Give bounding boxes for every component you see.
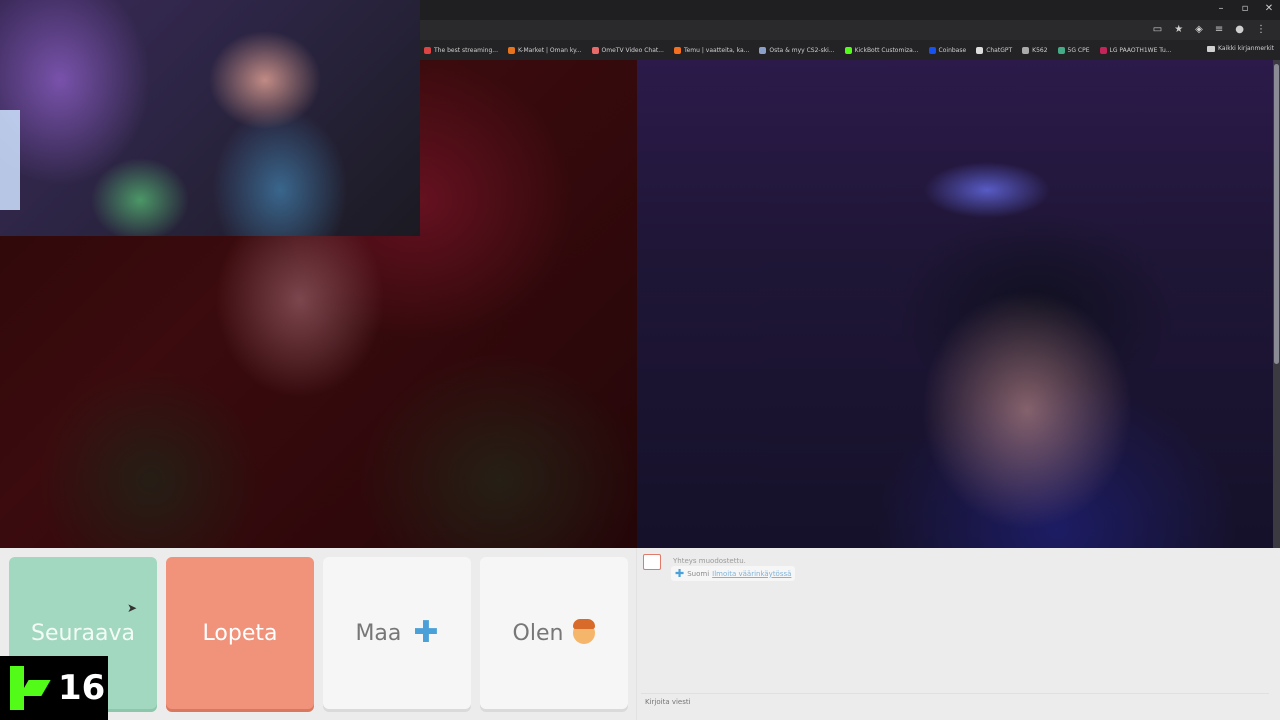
kick-logo-icon bbox=[10, 666, 48, 710]
folder-icon bbox=[1207, 45, 1216, 52]
bookmark-favicon-icon bbox=[424, 46, 431, 54]
monitor-glow bbox=[0, 110, 20, 210]
menu-lines-icon[interactable]: ≡ bbox=[1215, 24, 1223, 35]
finland-flag-icon: ✚ bbox=[413, 615, 439, 650]
bookmark-favicon-icon bbox=[673, 46, 681, 54]
bookmark-item[interactable]: Coinbase bbox=[928, 46, 967, 54]
stop-button[interactable]: Lopeta bbox=[166, 557, 314, 709]
bookmarks-folder-label: Kaikki kirjanmerkit bbox=[1218, 45, 1274, 52]
star-icon[interactable]: ★ bbox=[1174, 24, 1183, 35]
country-button-label: Maa bbox=[355, 620, 402, 646]
stop-button-label: Lopeta bbox=[202, 620, 278, 646]
bookmark-label: Temu | vaatteita, ka... bbox=[683, 46, 750, 54]
finland-flag-icon: ✚ bbox=[675, 567, 685, 580]
next-button-label: Seuraava bbox=[31, 620, 135, 646]
bookmark-item[interactable]: K-Market | Oman ky... bbox=[507, 46, 582, 54]
bookmark-label: 5G CPE bbox=[1067, 46, 1090, 54]
bookmark-favicon-icon bbox=[1057, 46, 1065, 54]
control-panel: Seuraava Lopeta Maa ✚ Olen Yhteys muodos… bbox=[0, 548, 1280, 720]
minimize-icon[interactable]: – bbox=[1216, 3, 1226, 14]
bookmark-label: LG PAAOTH1WE Tu... bbox=[1109, 46, 1172, 54]
gender-button-label: Olen bbox=[512, 620, 564, 646]
mouse-cursor-icon: ➤ bbox=[127, 601, 138, 615]
bookmarks-bar: The best streaming... K-Market | Oman ky.… bbox=[420, 40, 1280, 60]
scrollbar[interactable] bbox=[1273, 60, 1280, 548]
bookmark-item[interactable]: Osta & myy CS2-ski... bbox=[759, 46, 835, 54]
report-link[interactable]: Ilmoita väärinkäytössä bbox=[712, 570, 791, 578]
chat-country-name: Suomi bbox=[687, 569, 710, 578]
bookmark-favicon-icon bbox=[1022, 46, 1030, 54]
more-icon[interactable]: ⋮ bbox=[1256, 24, 1266, 35]
bookmark-item[interactable]: 5G CPE bbox=[1057, 46, 1090, 54]
badge-number: 16 bbox=[58, 668, 106, 708]
bookmarks-folder[interactable]: Kaikki kirjanmerkit bbox=[1207, 45, 1274, 52]
chat-panel: Yhteys muodostettu. ✚ Suomi Ilmoita väär… bbox=[636, 548, 1274, 720]
bookmark-favicon-icon bbox=[844, 46, 852, 54]
chat-country-info: ✚ Suomi Ilmoita väärinkäytössä bbox=[671, 566, 796, 581]
boy-icon bbox=[573, 619, 596, 644]
bookmark-label: KickBott Customiza... bbox=[854, 46, 919, 54]
toolbar-icons: ▭ ★ ◈ ≡ ● ⋮ bbox=[1153, 24, 1266, 35]
bookmark-item[interactable]: KickBott Customiza... bbox=[844, 46, 919, 54]
browser-toolbar: ▭ ★ ◈ ≡ ● ⋮ bbox=[420, 20, 1280, 40]
bookmark-label: The best streaming... bbox=[434, 46, 498, 54]
streamer-webcam-overlay bbox=[0, 0, 420, 236]
chat-status-message: Yhteys muodostettu. bbox=[673, 557, 746, 565]
bookmark-item[interactable]: OmeTV Video Chat... bbox=[591, 46, 664, 54]
restore-icon[interactable]: ▫ bbox=[1240, 3, 1250, 14]
bookmark-label: K562 bbox=[1032, 46, 1048, 54]
bookmark-item[interactable]: K562 bbox=[1022, 46, 1048, 54]
scrollbar-thumb[interactable] bbox=[1274, 64, 1279, 364]
bookmark-label: Coinbase bbox=[938, 46, 967, 54]
bookmark-label: Osta & myy CS2-ski... bbox=[769, 46, 835, 54]
bookmark-label: K-Market | Oman ky... bbox=[517, 46, 582, 54]
chat-input[interactable] bbox=[641, 693, 1269, 710]
country-button[interactable]: Maa ✚ bbox=[323, 557, 471, 709]
profile-icon[interactable]: ● bbox=[1235, 24, 1244, 35]
bookmark-favicon-icon bbox=[507, 46, 515, 54]
cast-icon[interactable]: ▭ bbox=[1153, 24, 1162, 35]
bookmark-item[interactable]: ChatGPT bbox=[976, 46, 1013, 54]
bookmark-favicon-icon bbox=[1099, 46, 1107, 54]
bookmark-item[interactable]: LG PAAOTH1WE Tu... bbox=[1099, 46, 1172, 54]
stream-badge: 16 bbox=[0, 656, 108, 720]
window-controls: – ▫ ✕ bbox=[1216, 3, 1274, 14]
bookmark-label: OmeTV Video Chat... bbox=[601, 46, 664, 54]
bookmark-favicon-icon bbox=[976, 46, 984, 54]
bookmark-favicon-icon bbox=[591, 46, 599, 54]
gender-button[interactable]: Olen bbox=[480, 557, 628, 709]
bookmark-item[interactable]: The best streaming... bbox=[424, 46, 498, 54]
bookmark-favicon-icon bbox=[928, 46, 936, 54]
self-video bbox=[637, 60, 1273, 548]
bookmark-favicon-icon bbox=[759, 46, 767, 54]
bookmark-label: ChatGPT bbox=[986, 46, 1013, 54]
extensions-icon[interactable]: ◈ bbox=[1195, 24, 1203, 35]
ometv-logo-icon bbox=[643, 554, 661, 570]
close-icon[interactable]: ✕ bbox=[1264, 3, 1274, 14]
bookmark-item[interactable]: Temu | vaatteita, ka... bbox=[673, 46, 750, 54]
